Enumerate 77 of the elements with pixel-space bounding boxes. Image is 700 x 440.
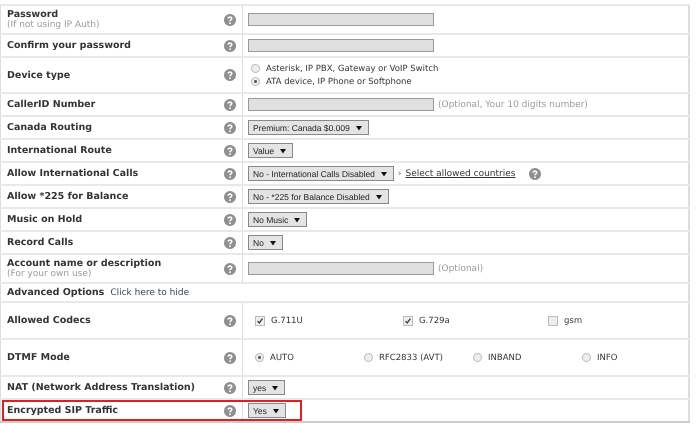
help-icon[interactable] xyxy=(224,168,236,180)
input-field[interactable] xyxy=(248,39,434,52)
field-label: Canada Routing xyxy=(7,122,94,133)
help-icon[interactable] xyxy=(224,352,236,364)
help-icon[interactable] xyxy=(224,40,236,52)
radio-button[interactable] xyxy=(582,353,591,362)
countries-link[interactable]: Select allowed countries xyxy=(406,168,516,178)
field-label: Allowed Codecs xyxy=(7,315,92,326)
help-icon[interactable] xyxy=(224,14,236,26)
help-icon[interactable] xyxy=(224,262,236,274)
select-dropdown[interactable]: No - International Calls Disabled xyxy=(248,166,394,181)
option-label: RFC2833 (AVT) xyxy=(379,352,443,362)
field-label: Allow International Calls xyxy=(7,168,140,179)
help-icon[interactable] xyxy=(224,236,236,248)
help-icon[interactable] xyxy=(224,214,236,226)
help-icon[interactable] xyxy=(224,404,236,416)
radio-button[interactable] xyxy=(364,353,373,362)
radio-button[interactable] xyxy=(251,64,260,73)
select-dropdown[interactable]: Premium: Canada $0.009 xyxy=(248,120,369,135)
option-label: G.729a xyxy=(419,316,450,326)
help-icon[interactable] xyxy=(224,190,236,202)
caret-icon xyxy=(376,194,382,200)
caret-icon xyxy=(270,240,276,246)
option-label: INFO xyxy=(597,352,618,362)
help-icon[interactable] xyxy=(224,122,236,134)
caret-icon xyxy=(380,170,387,176)
input-field[interactable] xyxy=(248,13,434,26)
field-label: Password xyxy=(7,9,60,20)
field-label: Device type xyxy=(7,70,72,80)
select-dropdown[interactable]: No xyxy=(248,235,283,250)
input-field[interactable] xyxy=(248,262,434,275)
checkbox[interactable] xyxy=(403,316,413,326)
option-label: G.711U xyxy=(271,316,303,326)
input-field[interactable] xyxy=(248,98,434,111)
select-dropdown[interactable]: Yes xyxy=(248,403,286,418)
caret-icon xyxy=(272,384,278,390)
hide-link[interactable]: Click here to hide xyxy=(110,288,190,298)
field-label: Account name or description xyxy=(7,258,162,269)
help-icon[interactable] xyxy=(224,314,236,326)
option-label: gsm xyxy=(564,316,582,326)
field-label: Music on Hold xyxy=(7,214,84,225)
section-title: Advanced Options xyxy=(7,287,104,298)
field-label: Allow *225 for Balance xyxy=(7,191,130,202)
option-label: Asterisk, IP PBX, Gateway or VoIP Switch xyxy=(266,64,438,74)
select-dropdown[interactable]: Value xyxy=(248,143,294,158)
radio-button[interactable] xyxy=(255,353,264,362)
field-note: (Optional) xyxy=(438,264,484,274)
help-icon[interactable] xyxy=(224,98,236,110)
caret-icon xyxy=(294,216,300,222)
field-hint: (For your own use) xyxy=(7,269,92,279)
radio-button[interactable] xyxy=(251,77,260,86)
radio-button[interactable] xyxy=(473,353,482,362)
chevron-text: › xyxy=(398,168,402,178)
option-label: AUTO xyxy=(270,352,294,362)
select-dropdown[interactable]: yes xyxy=(248,380,286,395)
help-icon[interactable] xyxy=(224,382,236,394)
field-note: (Optional, Your 10 digits number) xyxy=(438,100,588,110)
field-label: CallerID Number xyxy=(7,99,96,110)
help-icon[interactable] xyxy=(224,69,236,81)
option-label: ATA device, IP Phone or Softphone xyxy=(266,76,412,86)
help-icon[interactable] xyxy=(224,144,236,156)
select-dropdown[interactable]: No - *225 for Balance Disabled xyxy=(248,189,389,204)
field-label: NAT (Network Address Translation) xyxy=(7,382,196,393)
help-icon[interactable] xyxy=(529,168,542,180)
checkbox[interactable] xyxy=(548,316,558,326)
option-label: INBAND xyxy=(488,352,522,362)
caret-icon xyxy=(356,124,362,130)
field-label: Encrypted SIP Traffic xyxy=(7,405,120,416)
field-hint: (If not using IP Auth) xyxy=(7,20,101,30)
field-label: International Route xyxy=(7,145,113,156)
field-label: Confirm your password xyxy=(7,40,132,51)
field-label: DTMF Mode xyxy=(7,352,71,363)
caret-icon xyxy=(280,148,286,154)
field-label: Record Calls xyxy=(7,237,74,248)
select-dropdown[interactable]: No Music xyxy=(248,212,308,227)
caret-icon xyxy=(272,408,279,414)
checkbox[interactable] xyxy=(255,316,265,326)
